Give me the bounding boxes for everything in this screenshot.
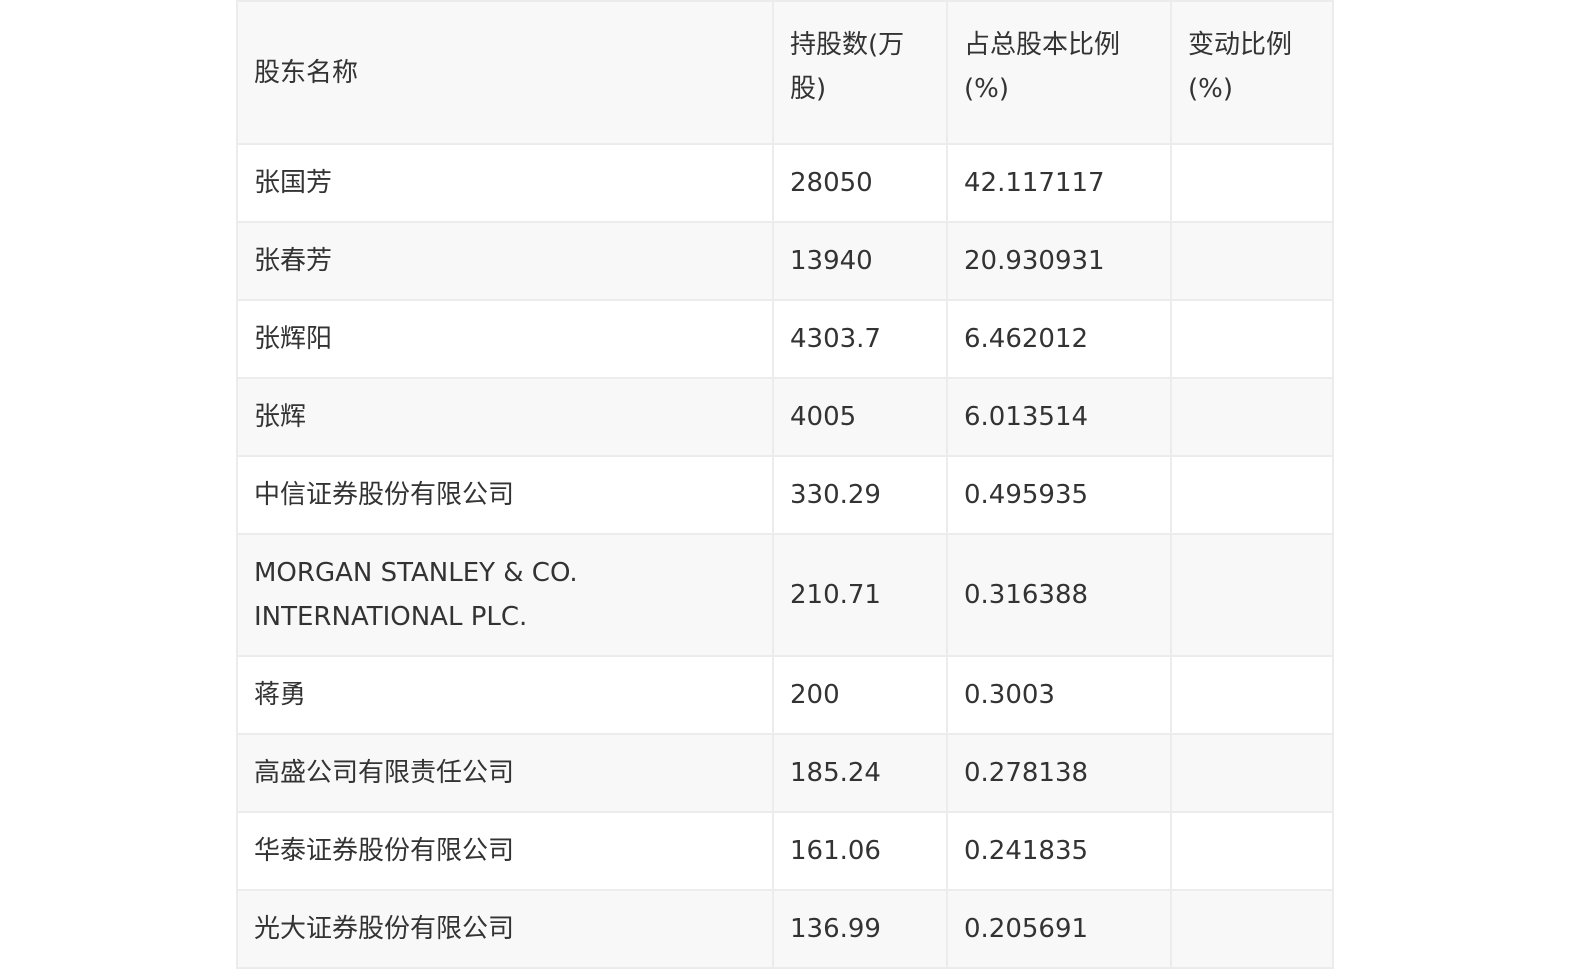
cell-share-ratio: 42.117117 <box>946 143 1172 223</box>
cell-shareholder-name: 张辉 <box>236 377 774 457</box>
cell-change-ratio <box>1170 299 1334 379</box>
cell-change-ratio <box>1170 533 1334 657</box>
cell-shareholder-name: 蒋勇 <box>236 655 774 735</box>
cell-share-ratio: 6.013514 <box>946 377 1172 457</box>
cell-shares-held: 4303.7 <box>772 299 948 379</box>
cell-share-ratio: 0.316388 <box>946 533 1172 657</box>
table-row: 张国芳 28050 42.117117 <box>236 143 1334 223</box>
header-share-ratio: 占总股本比例(%) <box>946 0 1172 145</box>
cell-shares-held: 4005 <box>772 377 948 457</box>
table-row: 华泰证券股份有限公司 161.06 0.241835 <box>236 811 1334 891</box>
cell-share-ratio: 6.462012 <box>946 299 1172 379</box>
shareholder-table: 股东名称 持股数(万股) 占总股本比例(%) 变动比例(%) 张国芳 28050… <box>236 0 1334 969</box>
cell-shareholder-name: 华泰证券股份有限公司 <box>236 811 774 891</box>
cell-share-ratio: 0.278138 <box>946 733 1172 813</box>
cell-change-ratio <box>1170 143 1334 223</box>
cell-shareholder-name: 张春芳 <box>236 221 774 301</box>
cell-change-ratio <box>1170 655 1334 735</box>
table-row: 高盛公司有限责任公司 185.24 0.278138 <box>236 733 1334 813</box>
cell-shareholder-name: MORGAN STANLEY & CO. INTERNATIONAL PLC. <box>236 533 774 657</box>
table-row: 张辉 4005 6.013514 <box>236 377 1334 457</box>
shareholder-table-container: 股东名称 持股数(万股) 占总股本比例(%) 变动比例(%) 张国芳 28050… <box>236 0 1334 969</box>
cell-shareholder-name: 高盛公司有限责任公司 <box>236 733 774 813</box>
cell-share-ratio: 0.495935 <box>946 455 1172 535</box>
cell-share-ratio: 0.241835 <box>946 811 1172 891</box>
cell-shares-held: 13940 <box>772 221 948 301</box>
table-body: 张国芳 28050 42.117117 张春芳 13940 20.930931 … <box>236 143 1334 969</box>
table-row: 张辉阳 4303.7 6.462012 <box>236 299 1334 379</box>
cell-shareholder-name: 光大证券股份有限公司 <box>236 889 774 969</box>
cell-shares-held: 185.24 <box>772 733 948 813</box>
cell-change-ratio <box>1170 889 1334 969</box>
cell-shares-held: 200 <box>772 655 948 735</box>
table-header: 股东名称 持股数(万股) 占总股本比例(%) 变动比例(%) <box>236 0 1334 145</box>
table-row: MORGAN STANLEY & CO. INTERNATIONAL PLC. … <box>236 533 1334 657</box>
cell-shares-held: 210.71 <box>772 533 948 657</box>
table-row: 蒋勇 200 0.3003 <box>236 655 1334 735</box>
cell-share-ratio: 0.205691 <box>946 889 1172 969</box>
header-change-ratio: 变动比例(%) <box>1170 0 1334 145</box>
table-row: 张春芳 13940 20.930931 <box>236 221 1334 301</box>
cell-shares-held: 161.06 <box>772 811 948 891</box>
cell-share-ratio: 20.930931 <box>946 221 1172 301</box>
header-shareholder-name: 股东名称 <box>236 0 774 145</box>
cell-shareholder-name: 张辉阳 <box>236 299 774 379</box>
cell-change-ratio <box>1170 377 1334 457</box>
cell-change-ratio <box>1170 221 1334 301</box>
header-shares-held: 持股数(万股) <box>772 0 948 145</box>
cell-change-ratio <box>1170 733 1334 813</box>
cell-change-ratio <box>1170 455 1334 535</box>
cell-shareholder-name: 中信证券股份有限公司 <box>236 455 774 535</box>
table-row: 中信证券股份有限公司 330.29 0.495935 <box>236 455 1334 535</box>
cell-share-ratio: 0.3003 <box>946 655 1172 735</box>
cell-shareholder-name: 张国芳 <box>236 143 774 223</box>
cell-shares-held: 330.29 <box>772 455 948 535</box>
header-row: 股东名称 持股数(万股) 占总股本比例(%) 变动比例(%) <box>236 0 1334 145</box>
cell-change-ratio <box>1170 811 1334 891</box>
table-row: 光大证券股份有限公司 136.99 0.205691 <box>236 889 1334 969</box>
cell-shares-held: 136.99 <box>772 889 948 969</box>
cell-shares-held: 28050 <box>772 143 948 223</box>
